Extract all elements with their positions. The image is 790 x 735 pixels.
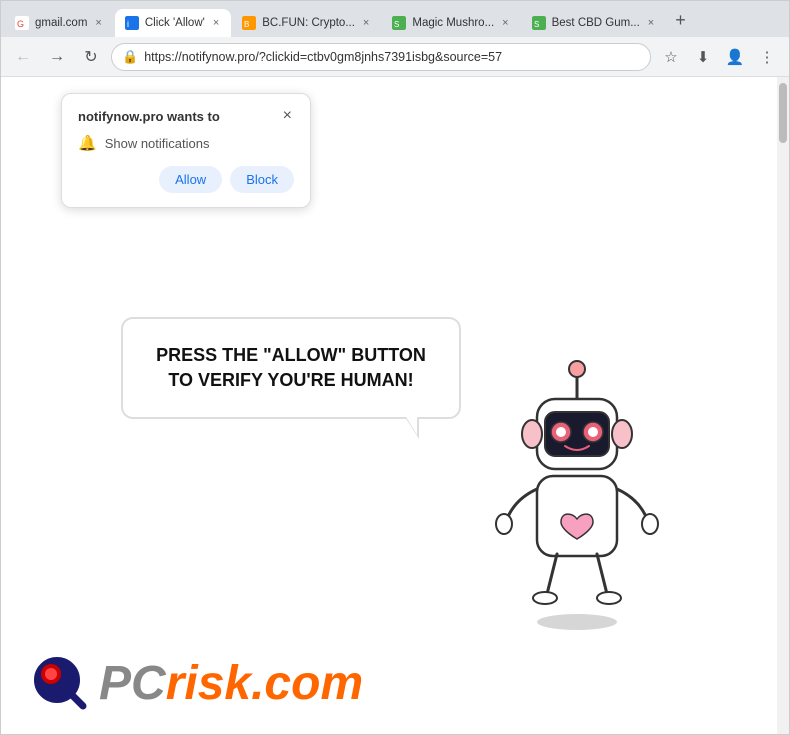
speech-bubble-text: PRESS THE "ALLOW" BUTTON TO VERIFY YOU'R…	[151, 343, 431, 393]
nav-bar: ← → ↻ 🔒 https://notifynow.pro/?clickid=c…	[1, 37, 789, 77]
tab-bc-fun-label: BC.FUN: Crypto...	[262, 17, 355, 29]
notification-popup: notifynow.pro wants to × 🔔 Show notifica…	[61, 93, 311, 208]
new-tab-button[interactable]: +	[667, 6, 694, 35]
address-text: https://notifynow.pro/?clickid=ctbv0gm8j…	[144, 50, 640, 64]
pcrisk-icon	[31, 654, 91, 714]
tab-best-cbd[interactable]: S Best CBD Gum... ×	[522, 9, 667, 37]
speech-bubble: PRESS THE "ALLOW" BUTTON TO VERIFY YOU'R…	[121, 317, 461, 419]
allow-button[interactable]: Allow	[159, 166, 222, 193]
tab-magic-mushroom-close[interactable]: ×	[500, 15, 510, 31]
block-button[interactable]: Block	[230, 166, 294, 193]
popup-buttons: Allow Block	[78, 166, 294, 193]
forward-button[interactable]: →	[43, 43, 71, 71]
tab-click-allow-close[interactable]: ×	[211, 15, 221, 31]
tab-gmail-label: gmail.com	[35, 17, 87, 29]
download-button[interactable]: ⬇	[689, 43, 717, 71]
page-content: notifynow.pro wants to × 🔔 Show notifica…	[1, 77, 777, 734]
pcrisk-text: PCrisk.com	[99, 660, 363, 708]
speech-bubble-container: PRESS THE "ALLOW" BUTTON TO VERIFY YOU'R…	[121, 317, 461, 419]
tab-bc-fun-close[interactable]: ×	[361, 15, 371, 31]
bookmark-button[interactable]: ☆	[657, 43, 685, 71]
address-bar[interactable]: 🔒 https://notifynow.pro/?clickid=ctbv0gm…	[111, 43, 651, 71]
popup-notification-row: 🔔 Show notifications	[78, 134, 294, 152]
pcrisk-text-gray: PC	[99, 657, 166, 710]
profile-button[interactable]: 👤	[721, 43, 749, 71]
tab-magic-mushroom[interactable]: S Magic Mushro... ×	[382, 9, 520, 37]
menu-button[interactable]: ⋮	[753, 43, 781, 71]
popup-header: notifynow.pro wants to ×	[78, 108, 294, 124]
nav-actions: ☆ ⬇ 👤 ⋮	[657, 43, 781, 71]
bell-icon: 🔔	[78, 134, 97, 152]
tab-gmail-close[interactable]: ×	[93, 15, 103, 31]
scrollbar[interactable]	[777, 77, 789, 734]
tab-click-allow[interactable]: i Click 'Allow' ×	[115, 9, 231, 37]
svg-text:S: S	[534, 20, 539, 29]
popup-close-button[interactable]: ×	[281, 108, 294, 124]
svg-text:G: G	[17, 19, 24, 29]
reload-button[interactable]: ↻	[77, 43, 105, 71]
pcrisk-logo: PCrisk.com	[31, 654, 363, 714]
svg-text:i: i	[127, 19, 129, 29]
scrollbar-thumb[interactable]	[779, 83, 787, 143]
tab-bc-fun[interactable]: B BC.FUN: Crypto... ×	[232, 9, 381, 37]
content-area: notifynow.pro wants to × 🔔 Show notifica…	[1, 77, 789, 734]
back-button[interactable]: ←	[9, 43, 37, 71]
robot-illustration	[477, 354, 677, 634]
tab-best-cbd-label: Best CBD Gum...	[552, 17, 640, 29]
svg-text:B: B	[244, 20, 249, 29]
browser-window: G gmail.com × i Click 'Allow' × B BC.FUN…	[0, 0, 790, 735]
pcrisk-text-orange: risk.com	[166, 657, 363, 710]
tab-magic-mushroom-label: Magic Mushro...	[412, 17, 494, 29]
tab-bar: G gmail.com × i Click 'Allow' × B BC.FUN…	[1, 1, 789, 37]
tab-click-allow-label: Click 'Allow'	[145, 17, 205, 29]
tab-best-cbd-close[interactable]: ×	[646, 15, 656, 31]
tab-gmail[interactable]: G gmail.com ×	[5, 9, 114, 37]
lock-icon: 🔒	[122, 49, 138, 65]
popup-title: notifynow.pro wants to	[78, 109, 220, 124]
popup-notification-label: Show notifications	[105, 136, 210, 151]
svg-text:S: S	[394, 20, 399, 29]
